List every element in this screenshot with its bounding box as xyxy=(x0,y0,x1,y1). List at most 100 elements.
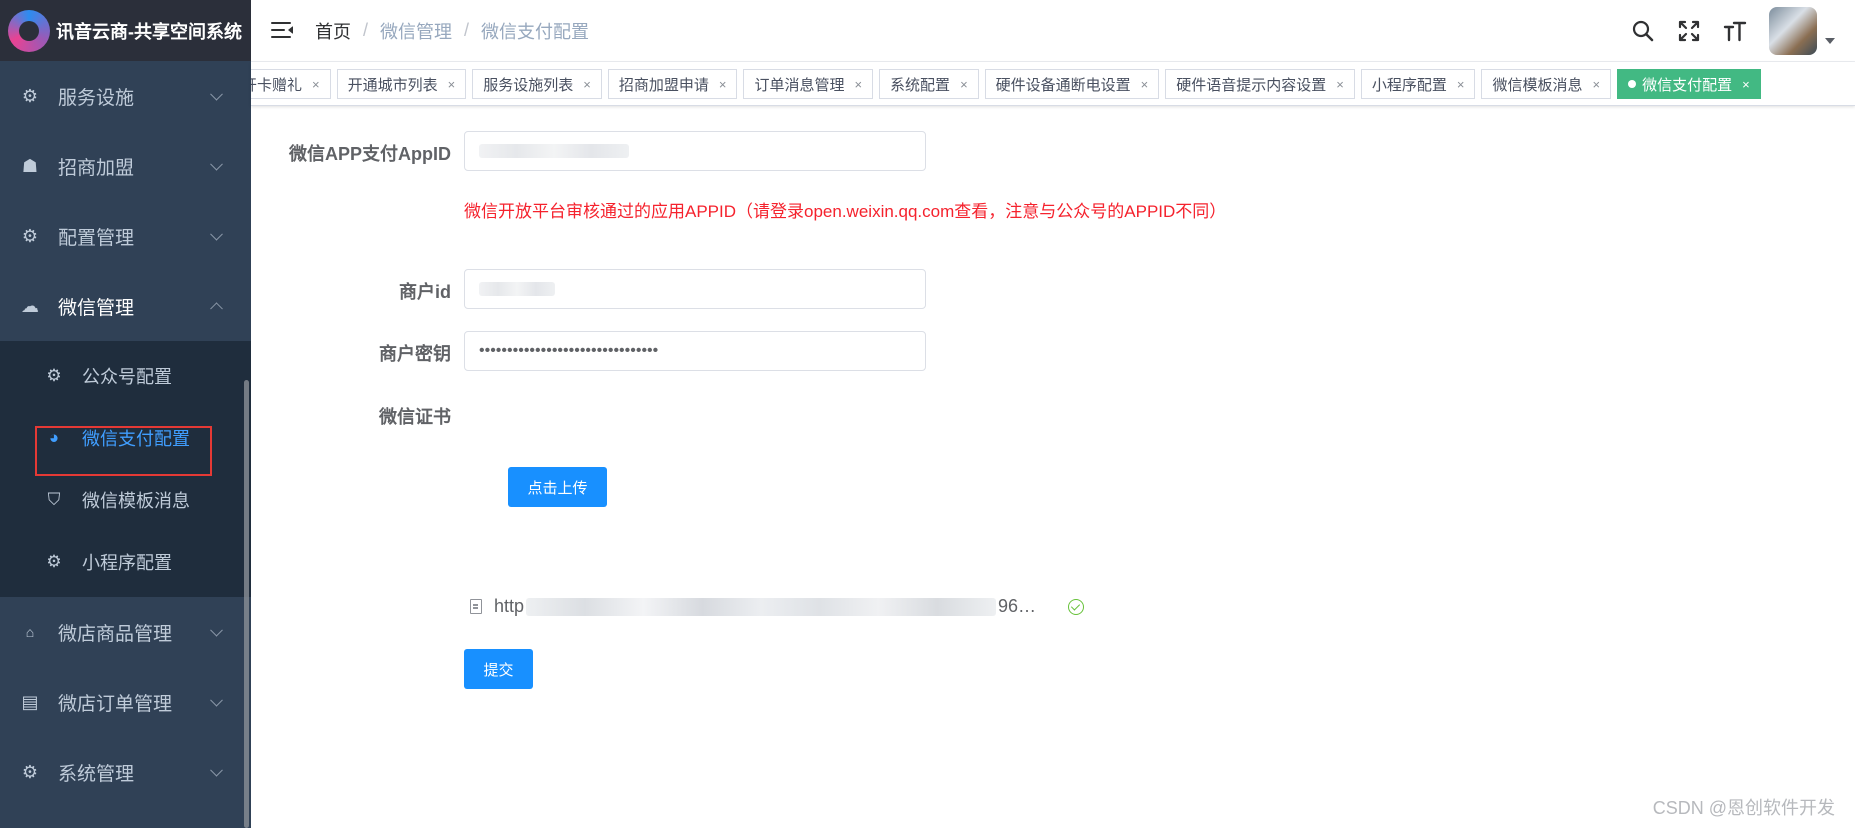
chevron-down-icon xyxy=(210,693,223,707)
document-icon xyxy=(470,599,482,614)
menu-toggle-icon[interactable] xyxy=(271,21,295,40)
uploaded-file[interactable]: http 96… xyxy=(464,596,1085,617)
close-icon[interactable]: × xyxy=(1336,77,1344,92)
sidebar-menu-lower: ⌂ 微店商品管理 ▤ 微店订单管理 ⚙ 系统管理 xyxy=(0,597,251,807)
breadcrumb-home[interactable]: 首页 xyxy=(315,18,351,44)
tag-item[interactable]: 订单消息管理 × xyxy=(743,69,874,99)
file-name-suffix: 96… xyxy=(998,596,1037,616)
tag-item[interactable]: 开通城市列表 × xyxy=(336,69,467,99)
breadcrumb-wechat-management: 微信管理 xyxy=(380,21,453,42)
appid-input[interactable] xyxy=(464,131,926,171)
breadcrumb-separator: / xyxy=(464,20,470,40)
merchant-key-label: 商户密钥 xyxy=(379,344,451,364)
tag-item[interactable]: 小程序配置 × xyxy=(1360,69,1476,99)
sidebar-item-label: 微店订单管理 xyxy=(58,693,173,715)
tag-item[interactable]: 硬件设备通断电设置 × xyxy=(984,69,1160,99)
sidebar-item-system[interactable]: ⚙ 系统管理 xyxy=(0,737,251,807)
close-icon[interactable]: × xyxy=(719,77,727,92)
tags-view: 开卡赠礼 × 开通城市列表 × 服务设施列表 × 招商加盟申请 × 订单消息管理 × 系统… xyxy=(251,62,1855,106)
gear-icon: ⚙ xyxy=(21,225,39,246)
tags-list: 开卡赠礼 × 开通城市列表 × 服务设施列表 × 招商加盟申请 × 订单消息管理 × 系统… xyxy=(251,69,1767,99)
tag-item[interactable]: 开卡赠礼 × xyxy=(251,69,331,99)
merchant-id-input[interactable] xyxy=(464,269,926,309)
gear-icon: ⚙ xyxy=(46,366,62,385)
active-dot-icon xyxy=(1628,80,1637,88)
merchant-key-input[interactable]: •••••••••••••••••••••••••••••••• xyxy=(464,331,926,371)
sidebar-item-franchise[interactable]: ☗ 招商加盟 xyxy=(0,131,251,201)
tag-label: 微信支付配置 xyxy=(1642,76,1733,94)
tag-item[interactable]: 服务设施列表 × xyxy=(472,69,602,99)
sidebar-item-label: 招商加盟 xyxy=(58,157,135,179)
tag-item[interactable]: 硬件语音提示内容设置 × xyxy=(1165,69,1355,99)
sidebar-item-config[interactable]: ⚙ 配置管理 xyxy=(0,201,251,271)
merchant-id-label: 商户id xyxy=(399,282,451,302)
breadcrumb: 首页 / 微信管理 / 微信支付配置 xyxy=(315,18,589,44)
tag-label: 小程序配置 xyxy=(1371,76,1447,94)
fullscreen-icon[interactable] xyxy=(1677,19,1701,43)
appid-hint: 微信开放平台审核通过的应用APPID（请登录open.weixin.qq.com… xyxy=(464,202,1227,221)
sidebar-item-label: 服务设施 xyxy=(58,87,135,109)
breadcrumb-separator: / xyxy=(363,20,369,40)
masked-value xyxy=(479,144,629,158)
tag-item[interactable]: 系统配置 × xyxy=(879,69,979,99)
tag-label: 订单消息管理 xyxy=(754,76,845,94)
check-circle-icon xyxy=(1068,598,1085,615)
gear-icon: ⚙ xyxy=(46,552,62,571)
search-icon[interactable] xyxy=(1631,19,1655,43)
app-root: 讯音云商-共享空间系统 ⚙ 服务设施 ☗ 招商加盟 ⚙ 配置管理 ☁ 微信管理 xyxy=(0,0,1855,828)
avatar[interactable] xyxy=(1769,7,1817,55)
close-icon[interactable]: × xyxy=(1593,77,1601,92)
watermark: CSDN @恩创软件开发 xyxy=(1652,798,1835,818)
sidebar-item-facilities[interactable]: ⚙ 服务设施 xyxy=(0,61,251,131)
submenu-item-label: 小程序配置 xyxy=(82,553,172,573)
sidebar-item-label: 配置管理 xyxy=(58,227,135,249)
tag-item[interactable]: 招商加盟申请 × xyxy=(607,69,738,99)
shield-icon: ⛉ xyxy=(47,490,61,509)
close-icon[interactable]: × xyxy=(312,77,320,92)
submenu-item-label: 公众号配置 xyxy=(82,367,172,387)
close-icon[interactable]: × xyxy=(583,77,591,92)
sidebar-item-shop-goods[interactable]: ⌂ 微店商品管理 xyxy=(0,597,251,667)
submit-button[interactable]: 提交 xyxy=(464,649,533,689)
tag-label: 硬件设备通断电设置 xyxy=(995,76,1131,94)
chevron-down-icon xyxy=(210,227,223,241)
sidebar-scrollbar[interactable] xyxy=(244,380,249,828)
close-icon[interactable]: × xyxy=(960,77,968,92)
sidebar-item-label: 微店商品管理 xyxy=(58,623,173,645)
tag-label: 招商加盟申请 xyxy=(618,76,709,94)
tag-item-active[interactable]: 微信支付配置 × xyxy=(1617,69,1761,99)
close-icon[interactable]: × xyxy=(1457,77,1465,92)
sidebar-item-wechat[interactable]: ☁ 微信管理 xyxy=(0,271,251,341)
chevron-down-icon xyxy=(210,157,223,171)
tag-item[interactable]: 微信模板消息 × xyxy=(1481,69,1612,99)
font-size-icon[interactable] xyxy=(1723,19,1747,43)
close-icon[interactable]: × xyxy=(1141,77,1149,92)
sidebar: 讯音云商-共享空间系统 ⚙ 服务设施 ☗ 招商加盟 ⚙ 配置管理 ☁ 微信管理 xyxy=(0,0,251,828)
app-logo[interactable]: 讯音云商-共享空间系统 xyxy=(0,0,251,61)
file-name-prefix: http xyxy=(494,596,525,616)
gear-icon: ⚙ xyxy=(21,761,39,782)
upload-button[interactable]: 点击上传 xyxy=(508,467,607,507)
app-title: 讯音云商-共享空间系统 xyxy=(56,21,242,42)
wechat-icon: ☁ xyxy=(21,295,39,316)
tag-label: 系统配置 xyxy=(890,76,951,94)
submenu-item-label: 微信模板消息 xyxy=(82,491,190,511)
pay-icon: ◕ xyxy=(48,428,60,447)
close-icon[interactable]: × xyxy=(448,77,456,92)
merchant-key-value: •••••••••••••••••••••••••••••••• xyxy=(479,342,659,359)
tag-label: 开卡赠礼 xyxy=(251,76,303,94)
submenu-item-template-message[interactable]: ⛉ 微信模板消息 xyxy=(0,469,251,531)
tag-label: 开通城市列表 xyxy=(347,76,438,94)
logo-icon xyxy=(8,9,50,52)
top-navbar: 首页 / 微信管理 / 微信支付配置 xyxy=(251,0,1855,62)
close-icon[interactable]: × xyxy=(1742,77,1750,92)
cert-label: 微信证书 xyxy=(379,407,451,427)
submenu-item-official-account[interactable]: ⚙ 公众号配置 xyxy=(0,345,251,407)
chevron-down-icon xyxy=(210,763,223,777)
submenu-item-wechat-pay[interactable]: ◕ 微信支付配置 xyxy=(0,407,251,469)
close-icon[interactable]: × xyxy=(854,77,862,92)
caret-down-icon[interactable] xyxy=(1825,38,1835,44)
chevron-down-icon xyxy=(210,623,223,637)
submenu-item-miniprogram[interactable]: ⚙ 小程序配置 xyxy=(0,531,251,593)
sidebar-item-shop-orders[interactable]: ▤ 微店订单管理 xyxy=(0,667,251,737)
